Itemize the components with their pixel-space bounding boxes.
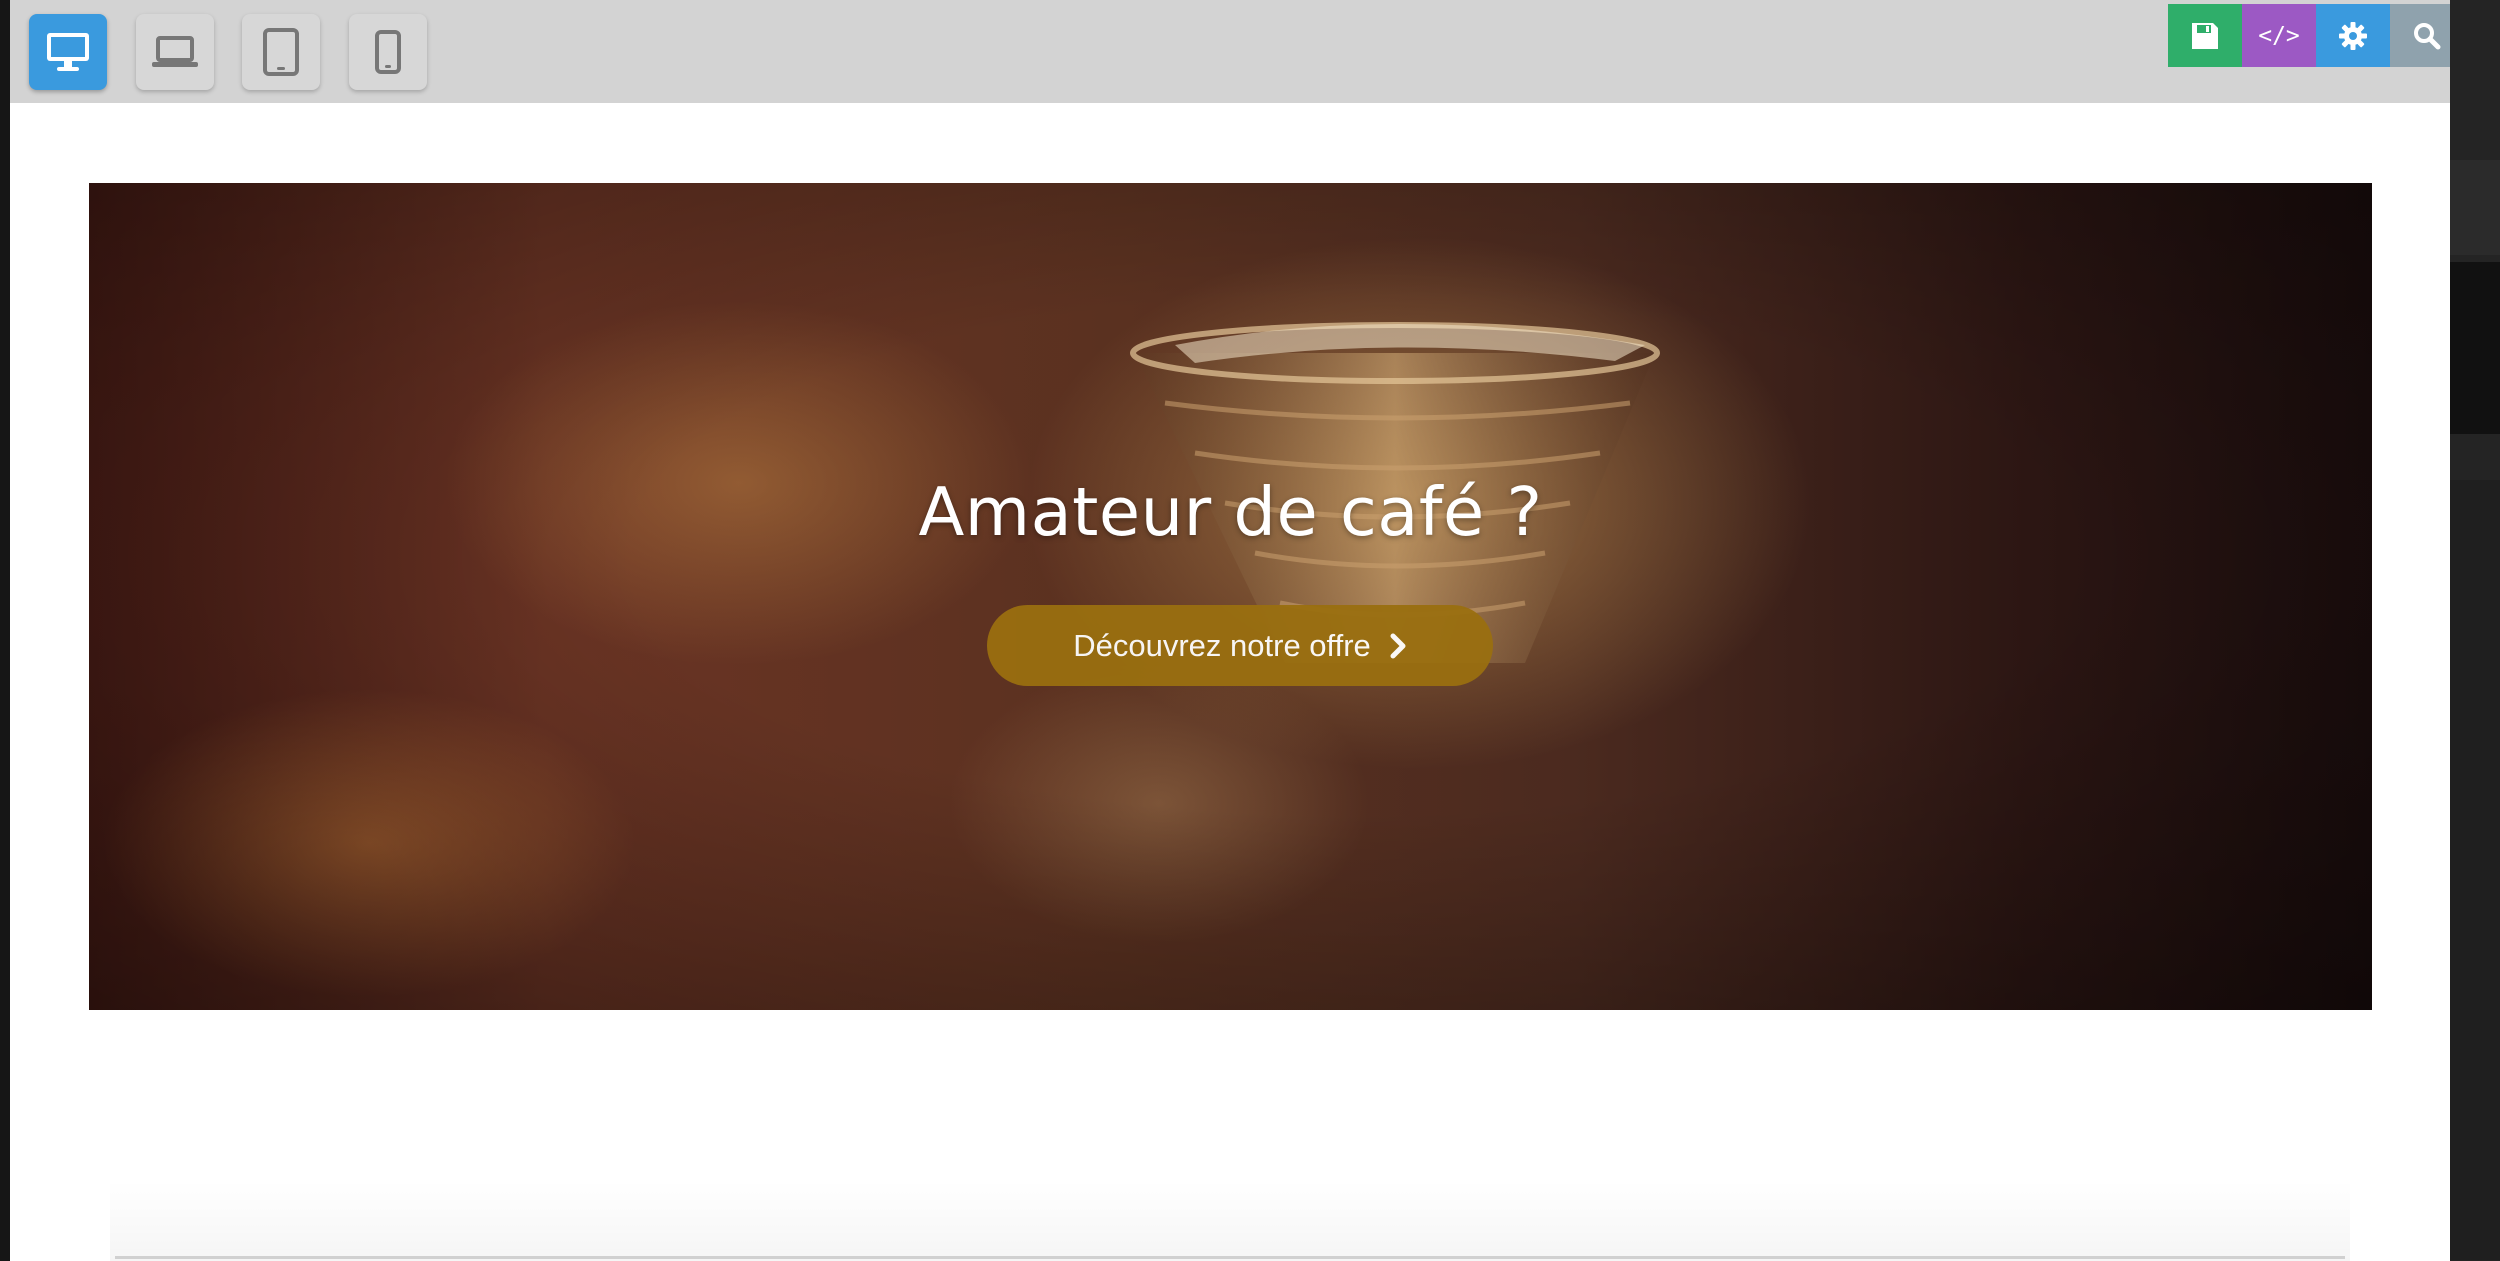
side-panel-section xyxy=(2450,160,2500,255)
next-section-edge xyxy=(115,1256,2345,1259)
save-button[interactable] xyxy=(2168,4,2242,67)
laptop-view-button[interactable] xyxy=(136,14,214,90)
side-panel-section xyxy=(2450,480,2500,1260)
window-left-edge xyxy=(0,0,10,1261)
save-icon xyxy=(2192,22,2218,49)
chevron-right-icon xyxy=(1389,633,1407,659)
mobile-icon xyxy=(375,30,401,74)
gear-icon xyxy=(2339,21,2367,50)
tablet-view-button[interactable] xyxy=(242,14,320,90)
desktop-icon xyxy=(47,33,89,71)
laptop-icon xyxy=(152,36,198,67)
code-view-button[interactable]: </> xyxy=(2242,4,2316,67)
side-panel-section xyxy=(2450,262,2500,434)
mobile-view-button[interactable] xyxy=(349,14,427,90)
hero-title: Amateur de café ? xyxy=(918,473,1543,551)
next-section-shadow xyxy=(110,1180,2350,1261)
hero-overlay xyxy=(89,183,2372,1010)
code-icon: </> xyxy=(2258,22,2300,49)
search-icon xyxy=(2414,22,2441,49)
editor-canvas: </> Amateur de café ? Découvrez notre of… xyxy=(10,0,2450,1261)
side-panel xyxy=(2450,0,2500,1261)
search-button[interactable] xyxy=(2390,4,2450,67)
desktop-view-button[interactable] xyxy=(29,14,107,90)
editor-toolbar: </> xyxy=(10,0,2450,103)
discover-offer-button[interactable]: Découvrez notre offre xyxy=(987,605,1493,686)
hero-banner[interactable]: Amateur de café ? Découvrez notre offre xyxy=(89,183,2372,1010)
tablet-icon xyxy=(263,28,299,76)
cta-label: Découvrez notre offre xyxy=(1073,627,1371,663)
settings-button[interactable] xyxy=(2316,4,2390,67)
